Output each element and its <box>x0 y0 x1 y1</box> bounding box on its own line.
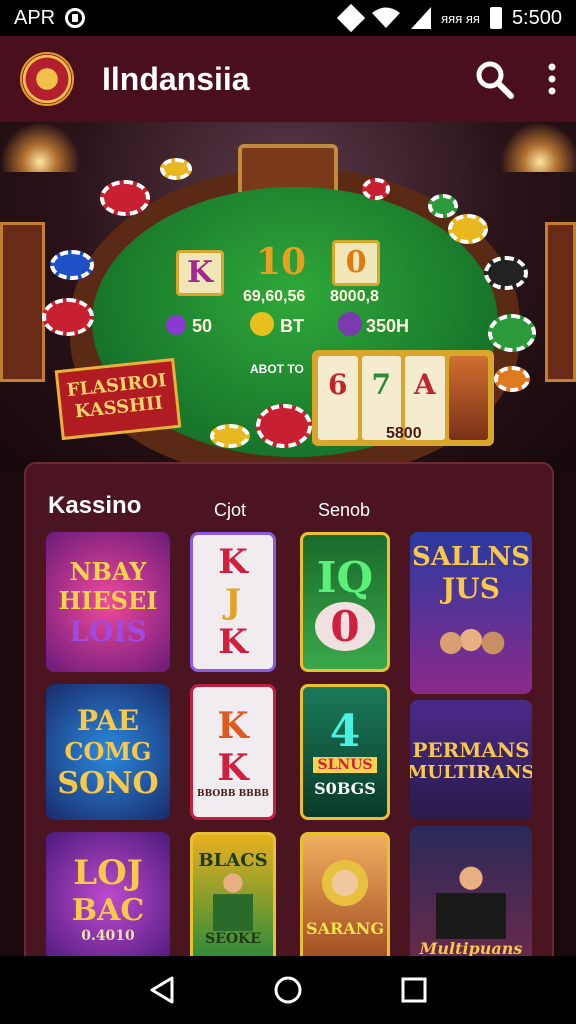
app-bar: Ilndansiia <box>0 36 576 122</box>
game-tile-cards-kk[interactable]: K K BBOBB BBBB <box>190 684 276 820</box>
felt-card-k: K <box>176 250 224 296</box>
tile-line: MULTIRANS <box>410 761 532 783</box>
slot-footer-value: 5800 <box>386 425 422 442</box>
chip-red-1 <box>100 180 150 216</box>
bet-chip-purple <box>166 315 186 335</box>
hero-title-banner: FLASIROI KASSHII <box>54 357 182 441</box>
chip-orange <box>494 366 530 392</box>
search-icon[interactable] <box>474 59 514 99</box>
hero-banner[interactable]: K 10 0 69,60,56 8000,8 50 BT 350H ABOT T… <box>0 122 576 472</box>
bet-chip-violet <box>338 312 362 336</box>
chip-gold-3 <box>210 424 250 448</box>
game-tile-sallns[interactable]: SALLNS JUS <box>410 532 532 694</box>
tile-dealer <box>213 870 253 931</box>
wifi-icon <box>372 7 401 28</box>
bet-label-3: 350H <box>366 316 410 336</box>
game-tile-permans[interactable]: PERMANS MULTIRANS <box>410 700 532 820</box>
game-tile-multipuans[interactable]: Multipuans <box>410 826 532 960</box>
chip-green-1 <box>428 194 458 218</box>
more-options-icon[interactable] <box>548 63 556 95</box>
tile-line: J <box>224 582 242 622</box>
game-tile-slnus[interactable]: 4 SLNUS S0BGS <box>300 684 390 820</box>
felt-number-right: 8000,8 <box>330 288 379 305</box>
game-tile-blacs[interactable]: BLACS SEOKE <box>190 832 276 960</box>
tile-line: HIESEI <box>58 585 158 615</box>
tile-line: BLACS <box>198 849 268 871</box>
game-tile-sarang[interactable]: SARANG <box>300 832 390 960</box>
tile-line: SONO <box>57 765 159 801</box>
app-logo[interactable] <box>20 52 74 106</box>
game-tile-pae-comg-sono[interactable]: PAE COMG SONO <box>46 684 170 820</box>
tile-line: NBAY <box>69 556 147 586</box>
slot-reel-1: 6 <box>318 356 358 440</box>
tab-slot[interactable]: Cjot <box>214 500 246 521</box>
carrier-label: APR <box>14 6 56 29</box>
tile-line: S0BGS <box>314 779 376 798</box>
home-icon[interactable] <box>273 975 303 1005</box>
tile-line: SEOKE <box>205 930 261 947</box>
tile-line: PAE <box>76 703 140 737</box>
chip-red-2 <box>42 298 94 336</box>
tile-host <box>436 859 506 939</box>
tile-line: SLNUS <box>313 757 377 773</box>
table-sign-label: ABOT TO <box>250 362 304 376</box>
chip-red-4 <box>256 404 312 448</box>
ceiling-lamp-right <box>500 122 576 172</box>
nfc-icon <box>336 3 366 33</box>
slot-machine-right-bg <box>545 222 576 382</box>
tile-line: K <box>218 622 248 662</box>
bet-chip-gold <box>250 312 274 336</box>
chip-gold-1 <box>160 158 192 180</box>
ceiling-lamp-left <box>0 122 80 172</box>
chip-blue <box>50 250 94 280</box>
bet-label-1: 50 <box>192 316 213 336</box>
tile-line: K <box>217 705 249 747</box>
tile-line: PERMANS <box>412 737 530 762</box>
chip-green-2 <box>488 314 536 352</box>
felt-card-0: 0 <box>332 240 380 286</box>
signal-icon <box>411 7 432 29</box>
chip-gold-2 <box>448 214 488 244</box>
tile-line: SARANG <box>306 918 384 938</box>
chip-black <box>484 256 528 290</box>
slot-machine-left-bg <box>0 222 45 382</box>
game-tile-cards-kjk[interactable]: K J K <box>190 532 276 672</box>
notification-icon <box>65 8 86 28</box>
tile-line: IQ <box>316 553 374 602</box>
slot-character <box>448 356 488 440</box>
app-title: Ilndansiia <box>102 60 250 97</box>
tile-host <box>317 858 373 919</box>
panel-title: Kassino <box>48 492 142 519</box>
bet-label-2: BT <box>280 316 304 336</box>
felt-number-left: 69,60,56 <box>243 288 306 305</box>
tile-line: BBOBB BBBB <box>197 789 269 799</box>
recents-icon[interactable] <box>400 976 428 1004</box>
tile-line: BAC <box>71 892 145 928</box>
tile-line: 4 <box>329 706 361 757</box>
tile-line: K <box>218 542 248 582</box>
game-tile-nbay[interactable]: NBAY HIESEI LOIS <box>46 532 170 672</box>
back-icon[interactable] <box>148 975 176 1005</box>
clock: 5:500 <box>511 6 562 29</box>
tab-second[interactable]: Senob <box>318 500 370 521</box>
felt-card-10: 10 <box>255 241 307 283</box>
chip-red-3 <box>362 178 390 200</box>
tile-line: SALLNS <box>411 542 531 572</box>
tile-line: 0 <box>315 602 375 651</box>
tile-line: LOJ <box>73 852 143 893</box>
tile-line: K <box>217 747 249 789</box>
system-nav-bar <box>0 956 576 1024</box>
casino-panel: Kassino Cjot Senob NBAY HIESEI LOIS K J … <box>24 462 554 962</box>
tile-line: JUS <box>442 572 500 605</box>
battery-icon <box>489 7 502 29</box>
game-tile-iq[interactable]: IQ 0 <box>300 532 390 672</box>
tile-line: 0.4010 <box>81 927 135 944</box>
tile-line: COMG <box>64 736 152 766</box>
tile-characters <box>421 613 521 673</box>
game-tile-loj-bac[interactable]: LOJ BAC 0.4010 <box>46 832 170 960</box>
tile-line: LOIS <box>69 614 147 648</box>
status-bar: APR ᴙᴙᴙ ᴙᴙ 5:500 <box>0 0 576 36</box>
network-label: ᴙᴙᴙ ᴙᴙ <box>441 10 480 26</box>
